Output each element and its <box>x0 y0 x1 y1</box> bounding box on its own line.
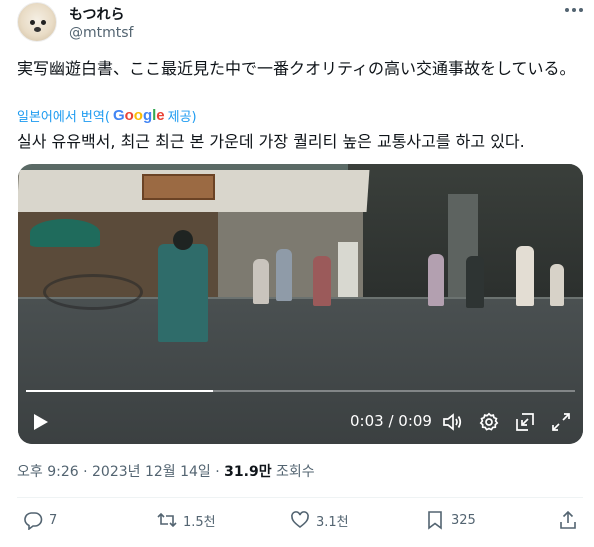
repost-count: 1.5천 <box>183 514 216 530</box>
author-display-name[interactable]: もつれら <box>69 4 124 24</box>
video-progress-fill <box>26 390 213 392</box>
bookmark-count: 325 <box>451 512 476 528</box>
bookmark-button[interactable]: 325 <box>425 510 476 530</box>
video-time-readout: 0:03 / 0:09 <box>350 412 432 430</box>
video-player[interactable]: 0:03 / 0:09 <box>18 164 583 444</box>
avatar[interactable] <box>17 2 57 42</box>
repost-icon <box>157 512 177 528</box>
repost-button[interactable]: 1.5천 <box>157 510 216 530</box>
google-logo: Google <box>112 107 165 124</box>
avatar-nose <box>34 27 41 32</box>
video-scene-pedestrian <box>428 254 444 306</box>
translate-prefix: 일본어에서 번역( <box>17 110 110 125</box>
avatar-eye <box>30 20 35 25</box>
video-scene-runner <box>158 230 208 342</box>
fullscreen-icon[interactable] <box>551 412 571 432</box>
share-button[interactable] <box>558 510 584 530</box>
volume-icon[interactable] <box>442 412 462 432</box>
tweet-meta: 오후 9:26 · 2023년 12월 14일 · 31.9만 조회수 <box>17 461 315 481</box>
video-scene-sign <box>142 174 215 200</box>
heart-icon <box>291 511 309 529</box>
translate-suffix: 제공) <box>167 110 197 125</box>
translated-by-google-link[interactable]: 일본어에서 번역( Google 제공) <box>17 106 197 125</box>
settings-gear-icon[interactable] <box>479 412 499 432</box>
tweet-text: 実写幽遊白書、ここ最近見た中で一番クオリティの高い交通事故をしている。 <box>17 59 576 78</box>
bookmark-icon <box>428 511 442 530</box>
video-progress-bar[interactable] <box>26 390 575 392</box>
video-scene-pedestrian <box>276 249 292 301</box>
more-options-icon[interactable] <box>565 8 583 14</box>
video-scene-vending-machine <box>338 242 358 297</box>
reply-icon <box>24 512 43 530</box>
like-button[interactable]: 3.1천 <box>290 510 349 530</box>
views-count: 31.9만 <box>224 464 272 480</box>
tweet-timestamp[interactable]: 오후 9:26 · 2023년 12월 14일 · <box>17 464 224 480</box>
views-label: 조회수 <box>271 464 315 480</box>
video-scene-pedestrian <box>516 246 534 306</box>
share-icon <box>560 510 576 529</box>
divider <box>17 497 583 498</box>
video-scene-bicycle <box>43 274 143 310</box>
author-handle[interactable]: @mtmtsf <box>69 25 133 41</box>
translated-tweet-text: 실사 유유백서, 최근 최근 본 가운데 가장 퀄리티 높은 교통사고를 하고 … <box>17 132 525 151</box>
video-scene-pedestrian <box>550 264 564 306</box>
video-scene-pedestrian <box>253 259 269 304</box>
picture-in-picture-icon[interactable] <box>515 412 535 432</box>
reply-count: 7 <box>49 512 58 528</box>
like-count: 3.1천 <box>316 514 349 530</box>
play-icon[interactable] <box>33 413 49 431</box>
video-scene-umbrella <box>30 219 100 247</box>
reply-button[interactable]: 7 <box>23 510 57 530</box>
video-scene-pedestrian <box>466 256 484 308</box>
video-scene-pedestrian <box>313 256 331 306</box>
avatar-eye <box>41 20 46 25</box>
